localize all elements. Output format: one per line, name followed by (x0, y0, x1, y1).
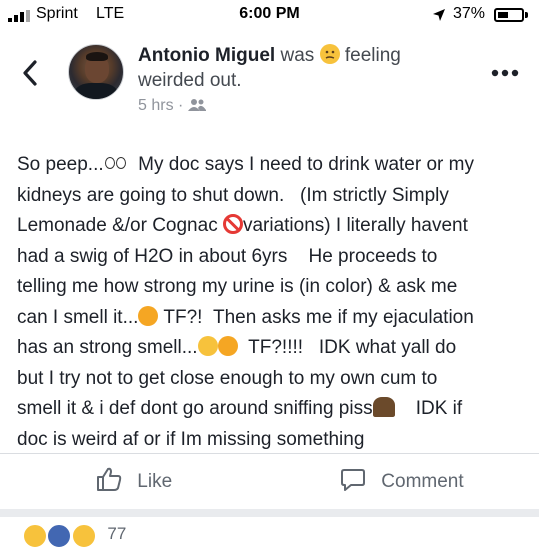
battery-tip (525, 12, 528, 18)
post-line: kidneys are going to shut down. (Im stri… (17, 181, 527, 212)
wow-reaction-icon (70, 523, 97, 549)
post-line: telling me how strong my urine is (in co… (17, 272, 527, 303)
post-text-segment: variations) I literally havent (242, 215, 468, 236)
post-header: Antonio Miguel was feeling (138, 44, 401, 67)
shrugging-person-emoji (372, 397, 395, 417)
comment-bubble-icon (341, 469, 365, 491)
chevron-left-icon[interactable] (22, 60, 38, 86)
haha-reaction-icon (22, 523, 48, 549)
confused-face-emoji (319, 44, 340, 64)
header-verb: was (280, 45, 315, 66)
post-text-segment: doc is weird af or if Im missing somethi… (17, 428, 365, 450)
eyes-emoji (104, 153, 128, 173)
post-text-segment: but I try not to get close enough to my … (17, 367, 438, 389)
reaction-count: 77 (107, 524, 127, 543)
prohibited-emoji (222, 214, 243, 234)
post-line: Lemonade &/or Cognac variations) I liter… (17, 211, 527, 242)
post-meta: 5 hrs · (138, 97, 206, 115)
meta-separator: · (178, 97, 184, 114)
location-arrow-icon (433, 9, 445, 21)
post-text-segment: Lemonade &/or Cognac (17, 215, 223, 236)
post-line: So peep... My doc says I need to drink w… (17, 150, 527, 181)
like-reaction-icon (46, 523, 73, 549)
like-label: Like (137, 471, 173, 492)
post-text-segment: So peep... (17, 154, 104, 175)
post-text-segment: can I smell it... (17, 306, 139, 328)
section-divider (0, 509, 539, 517)
post-text-segment: kidneys are going to shut down. (Im stri… (17, 184, 449, 206)
smirking-face-emoji (138, 305, 159, 326)
post-text-segment: IDK if (394, 398, 463, 419)
post-line: had a swig of H2O in about 6yrs He proce… (17, 242, 527, 273)
post-text-segment: My doc says I need to drink water or my (127, 154, 474, 175)
post-text-segment: has an strong smell... (17, 337, 198, 358)
timestamp[interactable]: 5 hrs (138, 97, 174, 114)
post-line: can I smell it... TF?! Then asks me if m… (17, 303, 527, 334)
friends-icon (187, 99, 206, 111)
post-line: doc is weird af or if Im missing somethi… (17, 425, 527, 456)
comment-button[interactable]: Comment (340, 466, 464, 496)
post-text: So peep... My doc says I need to drink w… (17, 150, 527, 455)
post-text-segment: smell it & i def dont go around sniffing… (17, 398, 373, 419)
feeling-prefix: feeling (344, 45, 401, 66)
post-text-segment: TF?!!!! IDK what yall do (237, 337, 457, 358)
like-button[interactable]: Like (96, 466, 172, 496)
post-text-segment: telling me how strong my urine is (in co… (17, 276, 458, 297)
battery-icon (494, 8, 524, 22)
action-divider (0, 453, 539, 454)
feeling-text: weirded out. (138, 70, 242, 91)
post-text-segment: had a swig of H2O in about 6yrs He proce… (17, 245, 438, 267)
post-line: has an strong smell... TF?!!!! IDK what … (17, 333, 527, 364)
status-bar: Sprint LTE 6:00 PM 37% (0, 0, 539, 30)
comment-label: Comment (381, 471, 464, 492)
more-options-icon[interactable] (490, 68, 520, 78)
author-name[interactable]: Antonio Miguel (138, 45, 275, 66)
post-line: smell it & i def dont go around sniffing… (17, 394, 527, 425)
avatar[interactable] (68, 44, 124, 100)
thumbs-up-icon (97, 467, 122, 491)
reactions-summary[interactable]: 77 (22, 523, 127, 549)
battery-percent: 37% (453, 5, 486, 22)
post-line: but I try not to get close enough to my … (17, 364, 527, 395)
post-text-segment: TF?! Then asks me if my ejaculation (158, 306, 474, 328)
flushed-face-emoji (197, 336, 218, 356)
grimacing-face-emoji (217, 336, 238, 356)
